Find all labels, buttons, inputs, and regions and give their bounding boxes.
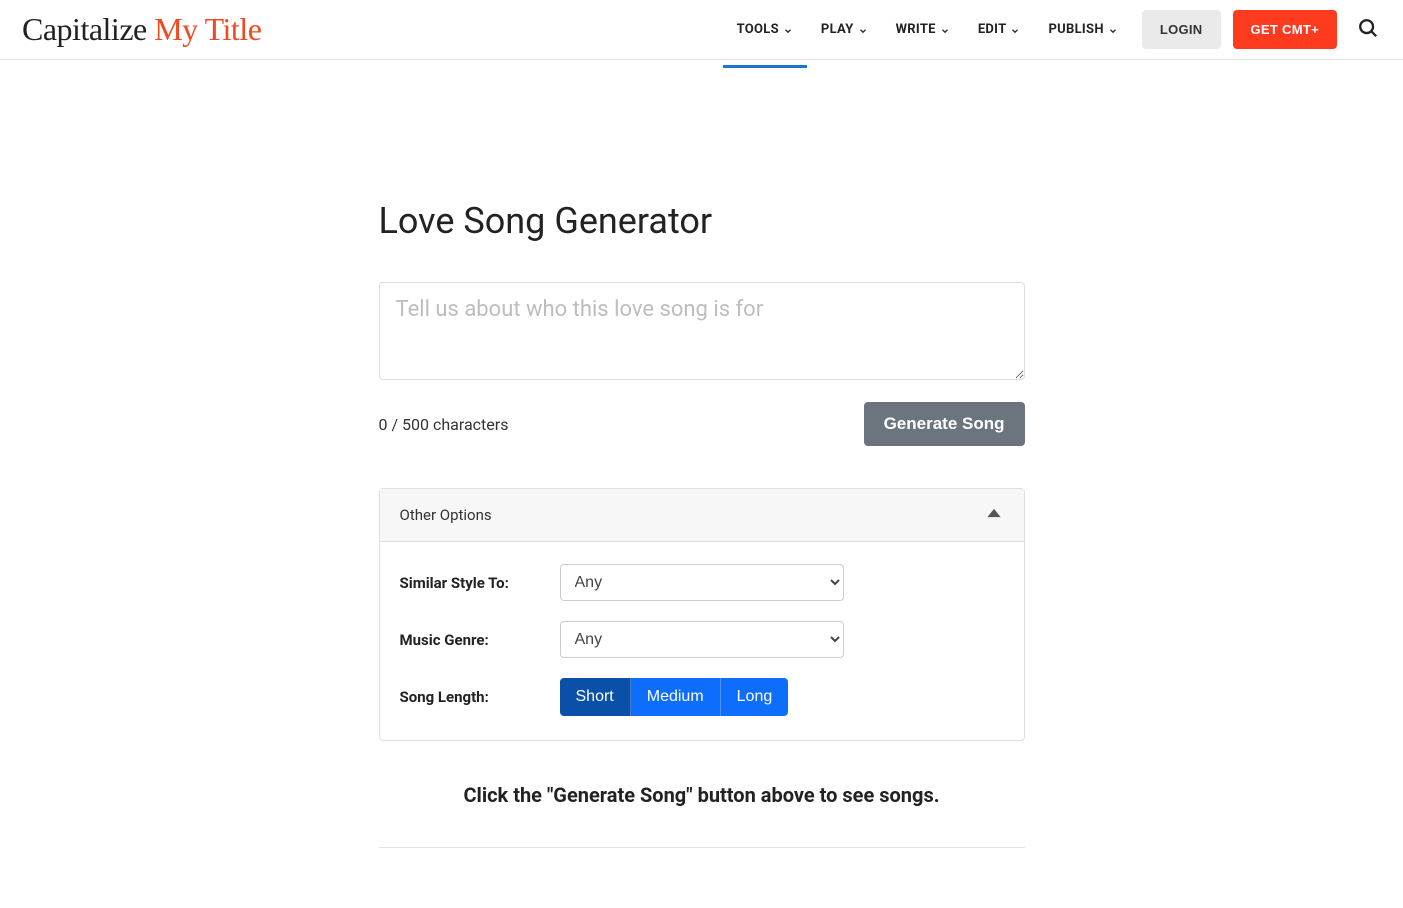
genre-select[interactable]: Any [560, 621, 844, 658]
login-button[interactable]: LOGIN [1142, 10, 1221, 49]
nav-item-label: PLAY [821, 22, 854, 37]
nav-item-tools[interactable]: TOOLS [723, 2, 807, 57]
logo-part1: Capitalize [22, 11, 154, 47]
nav-item-label: EDIT [978, 22, 1007, 37]
nav-item-edit[interactable]: EDIT [964, 2, 1035, 57]
nav-item-write[interactable]: WRITE [882, 2, 964, 57]
chevron-down-icon [858, 25, 868, 35]
genre-label: Music Genre: [400, 631, 560, 649]
chevron-down-icon [1108, 25, 1118, 35]
hint-text: Click the "Generate Song" button above t… [379, 783, 1025, 807]
nav-item-publish[interactable]: PUBLISH [1034, 2, 1131, 57]
other-options-body: Similar Style To: Any Music Genre: Any S… [380, 542, 1024, 740]
other-options-toggle[interactable]: Other Options [380, 489, 1024, 542]
option-row-length: Song Length: Short Medium Long [400, 678, 1004, 716]
length-short-button[interactable]: Short [560, 678, 631, 716]
other-options-label: Other Options [400, 506, 492, 524]
site-logo[interactable]: Capitalize My Title [22, 11, 261, 48]
search-icon [1357, 27, 1379, 42]
style-select[interactable]: Any [560, 564, 844, 601]
style-label: Similar Style To: [400, 574, 560, 592]
search-button[interactable] [1351, 11, 1385, 48]
main-content: Love Song Generator 0 / 500 characters G… [379, 200, 1025, 908]
prompt-footer-row: 0 / 500 characters Generate Song [379, 402, 1025, 446]
other-options-panel: Other Options Similar Style To: Any Musi… [379, 488, 1025, 741]
main-nav: TOOLS PLAY WRITE EDIT PUBLISH LOGIN GET … [723, 2, 1385, 57]
char-count: 0 / 500 characters [379, 415, 509, 434]
chevron-down-icon [1010, 25, 1020, 35]
length-button-group: Short Medium Long [560, 678, 789, 716]
site-header: Capitalize My Title TOOLS PLAY WRITE EDI… [0, 0, 1403, 60]
chevron-down-icon [940, 25, 950, 35]
length-long-button[interactable]: Long [721, 678, 789, 716]
nav-item-play[interactable]: PLAY [807, 2, 882, 57]
page-title: Love Song Generator [379, 200, 1025, 242]
logo-part2: My Title [154, 11, 261, 47]
nav-item-label: WRITE [896, 22, 936, 37]
get-cmt-plus-button[interactable]: GET CMT+ [1233, 10, 1338, 49]
generate-song-button[interactable]: Generate Song [864, 402, 1025, 446]
nav-item-label: TOOLS [737, 22, 779, 37]
chevron-up-icon [984, 503, 1004, 527]
option-row-style: Similar Style To: Any [400, 564, 1004, 601]
nav-item-label: PUBLISH [1048, 22, 1103, 37]
chevron-down-icon [783, 25, 793, 35]
option-row-genre: Music Genre: Any [400, 621, 1004, 658]
divider [379, 847, 1025, 848]
length-medium-button[interactable]: Medium [631, 678, 721, 716]
length-label: Song Length: [400, 688, 560, 706]
prompt-input[interactable] [379, 282, 1025, 380]
